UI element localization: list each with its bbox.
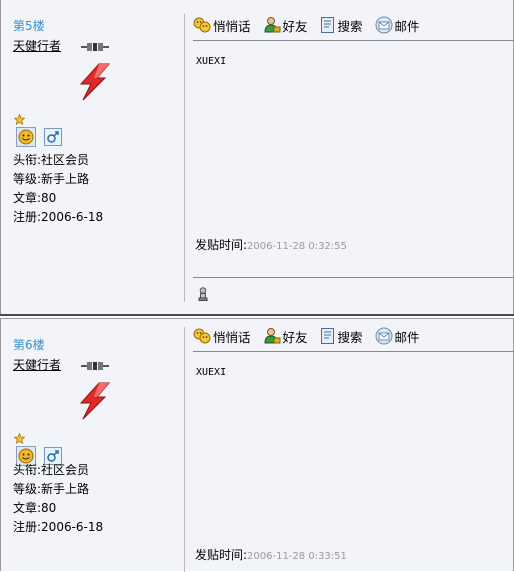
user-title-label: 头衔: — [13, 153, 42, 167]
toolbar-divider — [193, 351, 513, 352]
user-title: 头衔:社区会员 — [13, 461, 89, 480]
user-title-value: 社区会员 — [41, 463, 90, 477]
post-count-label: 文章: — [13, 501, 42, 515]
user-level: 等级:新手上路 — [13, 170, 89, 189]
user-title-value: 社区会员 — [41, 153, 90, 167]
floor-number: 第5楼 — [13, 19, 45, 33]
post-toolbar: 悄悄话 好友 搜索 邮件 — [193, 14, 432, 36]
emote-face-icon — [16, 127, 36, 147]
post-count-label: 文章: — [13, 191, 42, 205]
lightning-avatar-icon — [79, 63, 111, 101]
user-post-count: 文章:80 — [13, 189, 56, 208]
whisper-button[interactable]: 悄悄话 — [193, 16, 251, 35]
whisper-icon — [193, 328, 211, 344]
whisper-icon — [193, 17, 211, 33]
mail-label: 邮件 — [394, 18, 420, 34]
user-level: 等级:新手上路 — [13, 480, 89, 499]
author-name-link[interactable]: 天健行者 — [13, 356, 61, 373]
post-separator — [0, 314, 514, 316]
toolbar-divider — [193, 40, 513, 41]
page: 第5楼 天健行者 头衔:社区会员 等级:新手上路 文章:80 注册:2006-6… — [0, 0, 514, 572]
search-button[interactable]: 搜索 — [320, 327, 363, 346]
column-divider — [184, 14, 185, 302]
floor-number: 第6楼 — [13, 338, 45, 352]
mail-icon — [375, 16, 393, 34]
user-title-label: 头衔: — [13, 463, 42, 477]
mail-button[interactable]: 邮件 — [375, 327, 420, 346]
add-friend-button[interactable]: 好友 — [263, 16, 308, 35]
post-time-label: 发贴时间: — [195, 548, 248, 562]
post-time-value: 2006-11-28 0:32:55 — [247, 241, 347, 252]
search-button[interactable]: 搜索 — [320, 16, 363, 35]
signature-divider — [193, 277, 513, 278]
user-level-value: 新手上路 — [41, 482, 90, 496]
user-post-count: 文章:80 — [13, 499, 56, 518]
post-content: XUEXI — [196, 56, 227, 67]
whisper-label: 悄悄话 — [213, 18, 251, 34]
rank-star-icon — [14, 433, 25, 444]
post-time: 发贴时间:2006-11-28 0:32:55 — [195, 236, 347, 253]
search-icon — [320, 328, 334, 344]
post-6: 第6楼 天健行者 头衔:社区会员 等级:新手上路 文章:80 注册:2006-6… — [0, 318, 514, 572]
user-profile-icon[interactable] — [198, 287, 208, 301]
search-label: 搜索 — [337, 18, 363, 34]
whisper-button[interactable]: 悄悄话 — [193, 327, 251, 346]
post-5: 第5楼 天健行者 头衔:社区会员 等级:新手上路 文章:80 注册:2006-6… — [0, 0, 514, 316]
online-status-icon — [81, 43, 109, 51]
author-name-link[interactable]: 天健行者 — [13, 37, 61, 54]
reg-date-label: 注册: — [13, 210, 42, 224]
user-level-label: 等级: — [13, 482, 42, 496]
mail-icon — [375, 327, 393, 345]
user-reg-date: 注册:2006-6-18 — [13, 518, 103, 537]
post-toolbar: 悄悄话 好友 搜索 邮件 — [193, 325, 432, 347]
post-content: XUEXI — [196, 367, 227, 378]
lightning-avatar-icon — [79, 382, 111, 420]
post-time-value: 2006-11-28 0:33:51 — [247, 551, 347, 562]
friend-icon — [264, 328, 281, 344]
mail-label: 邮件 — [394, 329, 420, 345]
user-level-label: 等级: — [13, 172, 42, 186]
mail-button[interactable]: 邮件 — [375, 16, 420, 35]
user-title: 头衔:社区会员 — [13, 151, 89, 170]
search-label: 搜索 — [337, 329, 363, 345]
friend-label: 好友 — [282, 329, 308, 345]
user-level-value: 新手上路 — [41, 172, 90, 186]
column-divider — [184, 327, 185, 572]
reg-date-value: 2006-6-18 — [41, 210, 104, 224]
friend-label: 好友 — [282, 18, 308, 34]
reg-date-value: 2006-6-18 — [41, 520, 104, 534]
post-time: 发贴时间:2006-11-28 0:33:51 — [195, 546, 347, 563]
male-gender-icon — [44, 128, 62, 146]
search-icon — [320, 17, 334, 33]
whisper-label: 悄悄话 — [213, 329, 251, 345]
reg-date-label: 注册: — [13, 520, 42, 534]
post-count-value: 80 — [41, 501, 57, 515]
post-time-label: 发贴时间: — [195, 238, 248, 252]
user-reg-date: 注册:2006-6-18 — [13, 208, 103, 227]
add-friend-button[interactable]: 好友 — [263, 327, 308, 346]
post-count-value: 80 — [41, 191, 57, 205]
rank-star-icon — [14, 114, 25, 125]
online-status-icon — [81, 362, 109, 370]
friend-icon — [264, 17, 281, 33]
